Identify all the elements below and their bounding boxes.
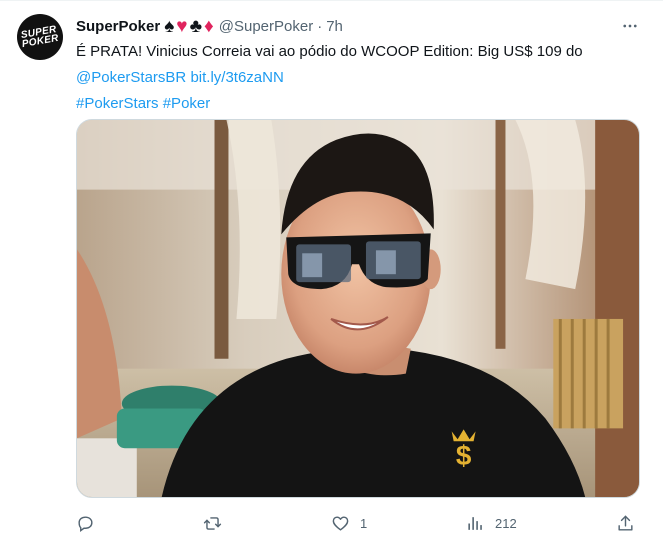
- name-suits: ♠ ♥ ♣ ♦: [164, 17, 214, 36]
- views-button[interactable]: 212: [466, 509, 517, 537]
- tweet-text-line-3: #PokerStars #Poker: [76, 91, 651, 117]
- share-icon: [618, 515, 633, 531]
- avatar-logo: SUPER POKER: [20, 24, 60, 50]
- share-button[interactable]: [616, 509, 635, 537]
- tweet-photo[interactable]: $: [76, 119, 640, 498]
- reply-button[interactable]: [76, 509, 95, 537]
- tweet-text-line-1: É PRATA! Vinicius Correia vai ao pódio d…: [76, 43, 583, 60]
- heart-icon: ♥: [176, 15, 188, 37]
- url-link[interactable]: bit.ly/3t6zaNN: [190, 69, 283, 86]
- timestamp[interactable]: 7h: [326, 18, 343, 35]
- tweet-card[interactable]: SUPER POKER SuperPoker ♠ ♥ ♣ ♦ @SuperPok…: [0, 0, 663, 546]
- retweet-icon: [203, 516, 222, 530]
- avatar[interactable]: SUPER POKER: [17, 14, 63, 60]
- spade-icon: ♠: [164, 15, 175, 37]
- user-handle[interactable]: @SuperPoker: [219, 18, 313, 35]
- like-button[interactable]: 1: [331, 509, 367, 537]
- like-count: 1: [360, 515, 368, 531]
- reply-icon: [78, 515, 93, 532]
- more-options-button[interactable]: [619, 15, 641, 37]
- club-icon: ♣: [189, 15, 203, 37]
- tweet-text-line-2: @PokerStarsBR bit.ly/3t6zaNN: [76, 65, 651, 91]
- shirt-logo-text: $: [456, 440, 472, 471]
- hashtag-link-poker[interactable]: #Poker: [163, 95, 211, 112]
- mention-link[interactable]: @PokerStarsBR: [76, 69, 186, 86]
- display-name[interactable]: SuperPoker: [76, 18, 160, 35]
- tweet-text: É PRATA! Vinicius Correia vai ao pódio d…: [76, 39, 651, 117]
- hashtag-link-pokerstars[interactable]: #PokerStars: [76, 95, 159, 112]
- views-icon: [468, 516, 482, 530]
- tweet-header: SuperPoker ♠ ♥ ♣ ♦ @SuperPoker · 7h: [76, 15, 343, 37]
- more-icon: [623, 24, 637, 28]
- heart-outline-icon: [332, 515, 349, 531]
- views-count: 212: [495, 515, 517, 531]
- diamond-icon: ♦: [204, 15, 214, 37]
- retweet-button[interactable]: [203, 509, 222, 537]
- separator-dot: ·: [317, 17, 323, 35]
- tweet-actions: 1 212: [76, 509, 641, 537]
- photo-image: $: [77, 120, 639, 497]
